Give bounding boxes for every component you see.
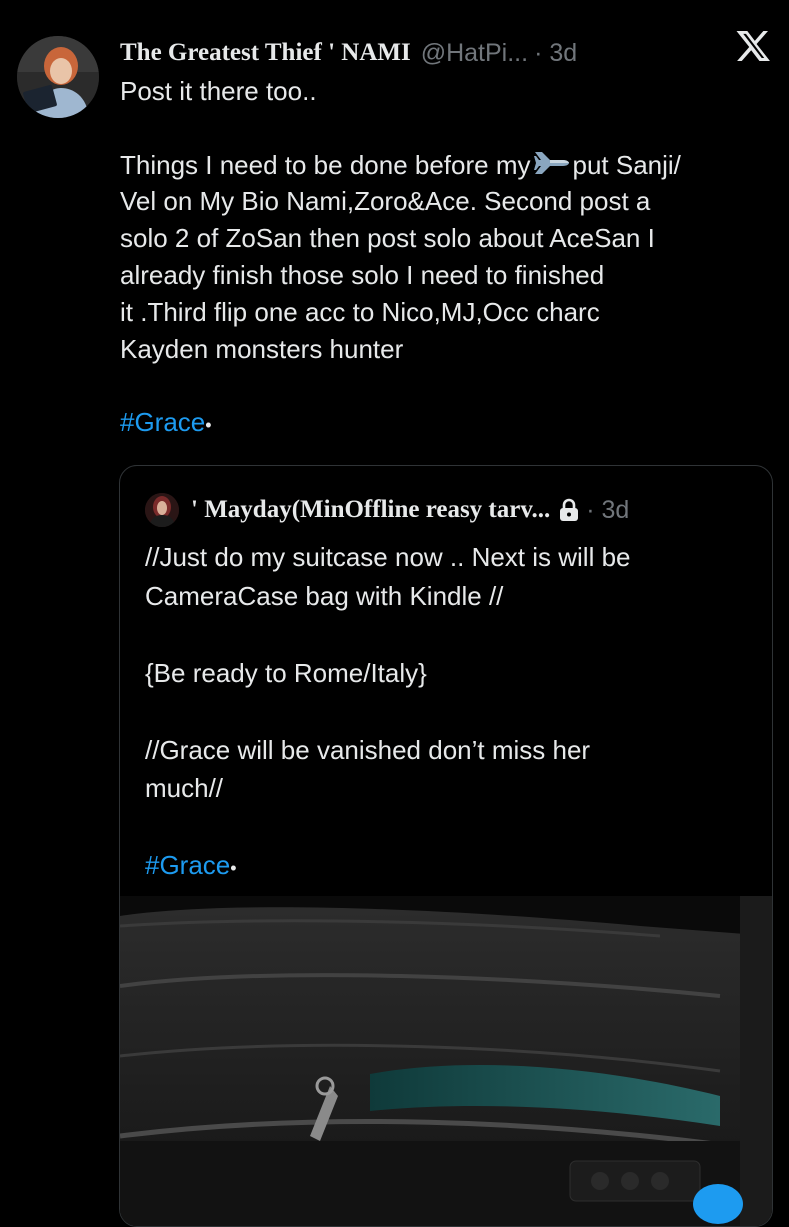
quoted-hashtag-link[interactable]: #Grace bbox=[145, 850, 230, 880]
suitcase-photo[interactable] bbox=[120, 896, 772, 1226]
display-name[interactable]: The Greatest Thief ' NAMI bbox=[120, 39, 411, 67]
quoted-tweet[interactable]: ' Mayday(MinOffline reasy tarv... · 3d /… bbox=[119, 465, 773, 1227]
quoted-avatar[interactable] bbox=[145, 493, 179, 527]
airplane-icon bbox=[533, 151, 569, 174]
user-handle[interactable]: @HatPi... bbox=[421, 39, 528, 68]
quoted-line: much// bbox=[145, 773, 224, 803]
tweet-line: Vel on My Bio Nami,Zoro&Ace. Second post… bbox=[120, 186, 651, 217]
tweet-line: solo 2 of ZoSan then post solo about Ace… bbox=[120, 223, 655, 254]
compose-button[interactable] bbox=[693, 1184, 743, 1224]
bullet: • bbox=[230, 858, 237, 878]
quoted-tweet-text: //Just do my suitcase now .. Next is wil… bbox=[145, 538, 745, 888]
tweet-line-text: Things I need to be done before my bbox=[120, 149, 531, 180]
hashtag-line: #Grace• bbox=[120, 404, 770, 444]
tweet[interactable]: The Greatest Thief ' NAMI @HatPi... · 3d… bbox=[0, 0, 789, 1227]
tweet-line: Kayden monsters hunter bbox=[120, 333, 404, 364]
bullet: • bbox=[205, 415, 212, 436]
tweet-line-text: put Sanji/ bbox=[572, 149, 681, 180]
x-logo-icon[interactable] bbox=[735, 28, 771, 64]
quoted-line: //Just do my suitcase now .. Next is wil… bbox=[145, 542, 631, 572]
tweet-line: Things I need to be done before my put Sa… bbox=[120, 147, 770, 184]
lock-icon bbox=[558, 498, 580, 522]
quoted-line: {Be ready to Rome/Italy} bbox=[145, 657, 427, 688]
timestamp[interactable]: · 3d bbox=[534, 39, 577, 68]
tweet-text: Post it there too.. Things I need to be … bbox=[120, 73, 770, 444]
quoted-timestamp[interactable]: · 3d bbox=[586, 496, 629, 525]
hashtag-line: #Grace• bbox=[145, 846, 745, 888]
tweet-line: Post it there too.. bbox=[120, 76, 317, 106]
hashtag-link[interactable]: #Grace bbox=[120, 407, 205, 437]
quoted-tweet-header: ' Mayday(MinOffline reasy tarv... · 3d bbox=[145, 493, 760, 527]
profile-avatar[interactable] bbox=[17, 36, 99, 118]
quoted-line: CameraCase bag with Kindle // bbox=[145, 580, 504, 611]
quoted-display-name[interactable]: ' Mayday(MinOffline reasy tarv... bbox=[191, 496, 550, 524]
tweet-line: already finish those solo I need to fini… bbox=[120, 259, 605, 290]
tweet-header: The Greatest Thief ' NAMI @HatPi... · 3d bbox=[120, 36, 769, 70]
tweet-line: it .Third flip one acc to Nico,MJ,Occ ch… bbox=[120, 296, 600, 327]
quoted-line: //Grace will be vanished don’t miss her bbox=[145, 734, 591, 765]
